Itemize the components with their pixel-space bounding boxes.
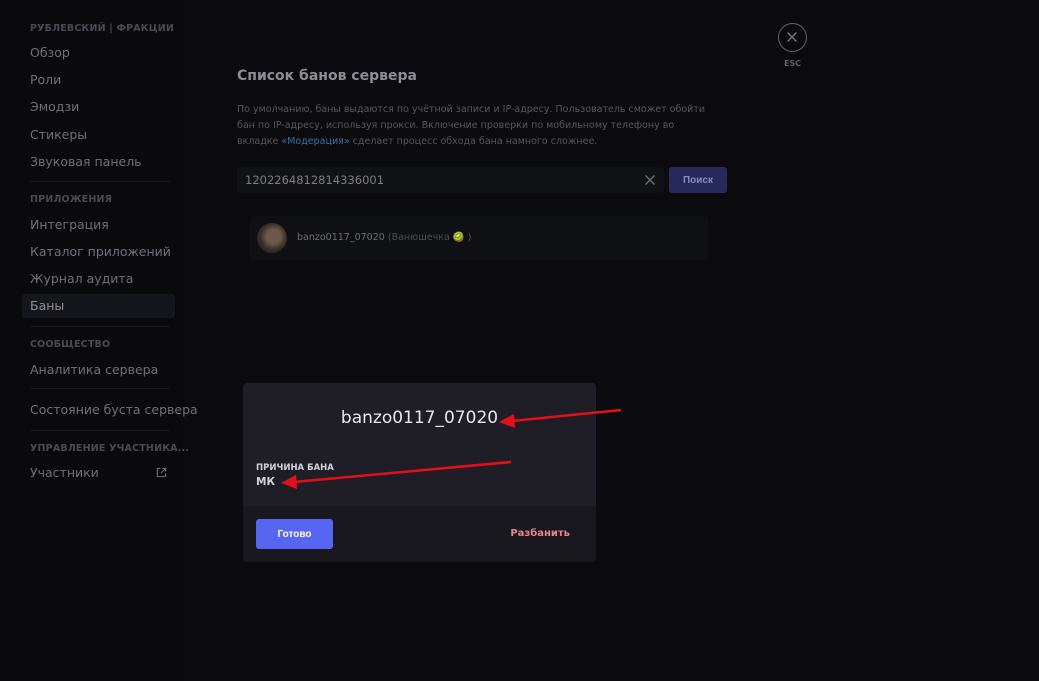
ban-details-modal: banzo0117_07020 ПРИЧИНА БАНА МК Готово Р…: [243, 383, 596, 562]
search-value: 1202264812814336001: [245, 173, 385, 187]
sidebar-item-integrations[interactable]: Интеграция: [22, 213, 175, 237]
sidebar-item-overview[interactable]: Обзор: [22, 41, 175, 65]
ban-entry-name: banzo0117_07020 (Ванюшечка 🥝 ): [297, 216, 471, 260]
sidebar-item-audit-log[interactable]: Журнал аудита: [22, 267, 175, 291]
moderation-link[interactable]: «Модерация»: [281, 136, 349, 147]
sidebar-item-soundboard[interactable]: Звуковая панель: [22, 150, 175, 174]
sidebar-item-roles[interactable]: Роли: [22, 68, 175, 92]
sidebar-item-app-directory[interactable]: Каталог приложений: [22, 240, 175, 264]
ban-reason-value: МК: [256, 476, 276, 488]
external-link-icon: [156, 467, 167, 478]
modal-username: banzo0117_07020: [340, 408, 499, 428]
sidebar-section-members: УПРАВЛЕНИЕ УЧАСТНИКА...: [30, 443, 190, 454]
sidebar-item-server-insights[interactable]: Аналитика сервера: [22, 358, 175, 382]
sidebar-item-stickers[interactable]: Стикеры: [22, 123, 175, 147]
sidebar-item-bans[interactable]: Баны: [22, 294, 175, 318]
sidebar-divider: [30, 181, 170, 182]
bans-content: Список банов сервера По умолчанию, баны …: [183, 0, 1039, 681]
page-title: Список банов сервера: [237, 68, 417, 84]
ban-username: banzo0117_07020: [297, 232, 385, 243]
avatar: [257, 223, 287, 253]
ban-reason-label: ПРИЧИНА БАНА: [256, 463, 334, 473]
sidebar-item-members-label: Участники: [30, 465, 99, 480]
sidebar-section-community: СООБЩЕСТВО: [30, 339, 111, 350]
desc-text-2: сделает процесс обхода бана намного слож…: [349, 136, 598, 147]
sidebar-item-boost-status[interactable]: Состояние буста сервера: [22, 398, 198, 422]
unban-button[interactable]: Разбанить: [510, 519, 570, 549]
clear-icon[interactable]: [644, 174, 656, 186]
sidebar-divider: [30, 326, 170, 327]
settings-sidebar: РУБЛЕВСКИЙ | ФРАКЦИИ Обзор Роли Эмодзи С…: [0, 0, 198, 681]
close-button[interactable]: [778, 23, 807, 52]
ban-nickname: (Ванюшечка 🥝 ): [387, 232, 472, 243]
sidebar-item-members[interactable]: Участники: [22, 461, 175, 485]
ban-list-item[interactable]: banzo0117_07020 (Ванюшечка 🥝 ): [250, 216, 708, 260]
sidebar-item-emoji[interactable]: Эмодзи: [22, 95, 175, 119]
ban-search-input[interactable]: 1202264812814336001: [237, 167, 664, 193]
esc-label: ESC: [783, 59, 802, 68]
modal-footer: Готово Разбанить: [243, 506, 596, 562]
bans-description: По умолчанию, баны выдаются по учётной з…: [237, 102, 717, 150]
done-button[interactable]: Готово: [256, 519, 333, 549]
sidebar-divider: [30, 388, 170, 389]
sidebar-section-server: РУБЛЕВСКИЙ | ФРАКЦИИ: [30, 23, 175, 34]
search-button[interactable]: Поиск: [669, 167, 727, 193]
close-icon: [787, 32, 797, 42]
sidebar-section-apps: ПРИЛОЖЕНИЯ: [30, 194, 113, 205]
sidebar-divider: [30, 430, 170, 431]
